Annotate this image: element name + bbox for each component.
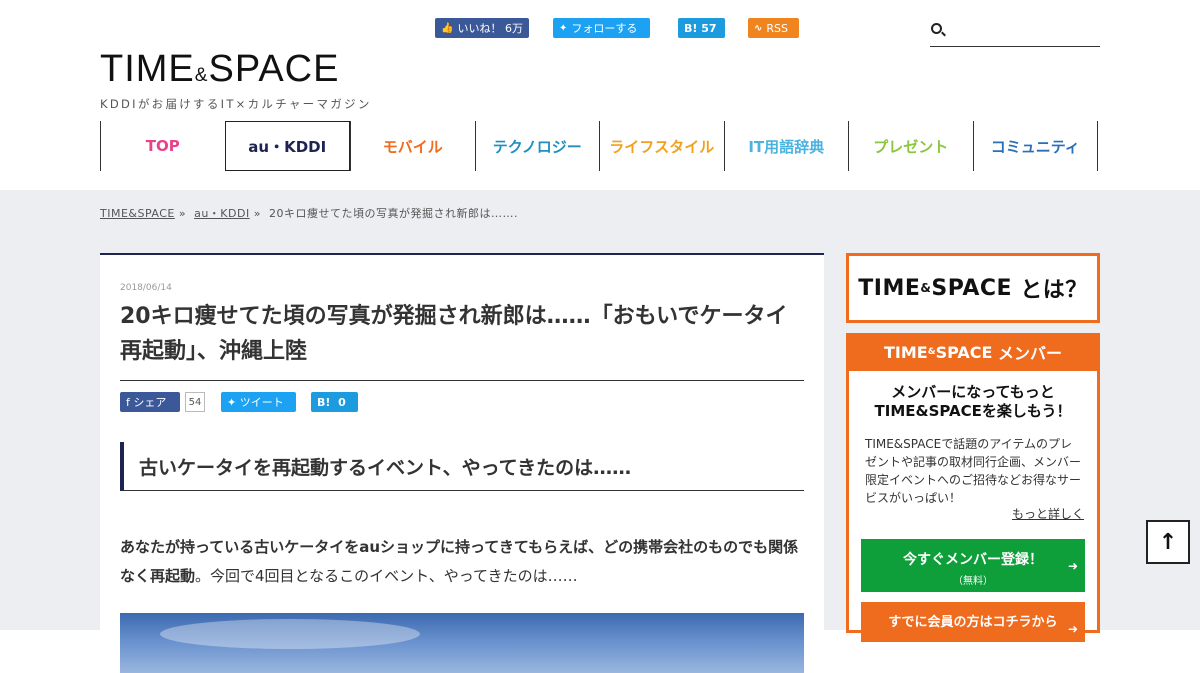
twitter-bird-icon: ✦ — [227, 395, 240, 409]
article-heading: 古いケータイを再起動するイベント、やってきたのは…… — [120, 442, 804, 491]
article: 2018/06/14 20キロ痩せてた頃の写真が発掘され新郎は……「おもいでケー… — [100, 253, 824, 673]
site-header: 👍 いいね！ 6万 ✦ フォローする B! 57 ∿ RSS TIME&SPAC… — [0, 0, 1200, 190]
share-hatena-count: 0 — [338, 395, 346, 409]
breadcrumb: TIME&SPACE» au・KDDI» 20キロ痩せてた頃の写真が発掘され新郎… — [100, 207, 518, 220]
hatena-bookmark-button[interactable]: B! 57 — [678, 18, 725, 38]
search-icon[interactable] — [931, 23, 942, 34]
nav-item-present[interactable]: プレゼント — [848, 121, 973, 171]
search-input[interactable] — [948, 20, 1098, 42]
twitter-follow-button[interactable]: ✦ フォローする — [553, 18, 650, 38]
search-box — [930, 18, 1100, 47]
back-to-top-button[interactable]: ↑ — [1146, 520, 1190, 564]
nav-item-technology[interactable]: テクノロジー — [474, 121, 600, 171]
share-hatena-button[interactable]: B! 0 — [311, 392, 358, 412]
hatena-count: 57 — [701, 21, 717, 35]
member-description: TIME&SPACEで話題のアイテムのプレゼントや記事の取材同行企画、メンバー限… — [865, 437, 1082, 505]
member-register-button[interactable]: 今すぐメンバー登録！ （無料） ➜ — [861, 539, 1085, 592]
rss-button[interactable]: ∿ RSS — [748, 18, 799, 38]
about-banner[interactable]: TIME & SPACE とは？ — [846, 253, 1100, 323]
register-sublabel: （無料） — [953, 576, 993, 587]
breadcrumb-category[interactable]: au・KDDI — [194, 207, 250, 220]
register-label: 今すぐメンバー登録！ — [903, 552, 1043, 568]
logo-tagline: KDDIがお届けするIT×カルチャーマガジン — [100, 97, 372, 111]
member-more-link[interactable]: もっと詳しく — [1012, 505, 1084, 522]
arrow-right-icon: ➜ — [1067, 559, 1078, 573]
share-hatena-label: B! — [317, 395, 331, 409]
main-nav: TOP au・KDDI モバイル テクノロジー ライフスタイル IT用語辞典 プ… — [100, 121, 1098, 171]
article-lead: あなたが持っている古いケータイをauショップに持ってきてもらえば、どの携帯会社の… — [120, 533, 804, 591]
rss-icon: ∿ — [754, 22, 763, 34]
share-facebook-label: シェア — [133, 396, 167, 409]
share-facebook-count: 54 — [185, 392, 205, 412]
member-box-header: TIME & SPACE メンバー — [849, 333, 1097, 371]
article-lead-rest: 。今回で4回目となるこのイベント、やってきたのは…… — [195, 567, 578, 585]
facebook-like-count: 6万 — [504, 22, 523, 35]
nav-item-au-kddi[interactable]: au・KDDI — [224, 121, 350, 171]
login-label: すでに会員の方はコチラから — [888, 615, 1058, 630]
facebook-like-button[interactable]: 👍 いいね！ 6万 — [435, 18, 529, 38]
nav-item-it-glossary[interactable]: IT用語辞典 — [723, 121, 849, 171]
site-logo[interactable]: TIME&SPACE KDDIがお届けするIT×カルチャーマガジン — [100, 48, 372, 112]
member-headline: メンバーになってもっと TIME&SPACEを楽しもう！ — [874, 383, 1072, 420]
twitter-bird-icon: ✦ — [559, 22, 568, 34]
nav-item-mobile[interactable]: モバイル — [350, 121, 475, 171]
arrow-up-icon: ↑ — [1158, 529, 1178, 555]
nav-item-top[interactable]: TOP — [100, 121, 225, 171]
article-date: 2018/06/14 — [120, 283, 172, 293]
nav-item-lifestyle[interactable]: ライフスタイル — [599, 121, 724, 171]
share-facebook-button[interactable]: f シェア — [120, 392, 180, 412]
article-photo — [120, 613, 804, 673]
logo-wordmark: TIME&SPACE — [100, 48, 340, 90]
facebook-icon: f — [126, 395, 134, 409]
article-title: 20キロ痩せてた頃の写真が発掘され新郎は……「おもいでケータイ再起動」、沖縄上陸 — [120, 304, 788, 364]
nav-item-community[interactable]: コミュニティ — [972, 121, 1098, 171]
hatena-label: B! — [684, 21, 698, 35]
member-login-button[interactable]: すでに会員の方はコチラから ➜ — [861, 602, 1085, 642]
arrow-right-icon: ➜ — [1067, 622, 1078, 636]
thumbs-up-icon: 👍 — [441, 22, 454, 34]
facebook-like-label: いいね！ — [457, 22, 502, 35]
breadcrumb-current: 20キロ痩せてた頃の写真が発掘され新郎は……. — [268, 207, 518, 220]
breadcrumb-home[interactable]: TIME&SPACE — [100, 207, 175, 220]
member-box: TIME & SPACE メンバー メンバーになってもっと TIME&SPACEを楽… — [846, 333, 1100, 642]
twitter-follow-label: フォローする — [571, 22, 638, 35]
rss-label: RSS — [766, 21, 788, 35]
share-twitter-button[interactable]: ✦ ツイート — [221, 392, 296, 412]
title-divider — [120, 380, 804, 381]
share-twitter-label: ツイート — [239, 396, 284, 409]
